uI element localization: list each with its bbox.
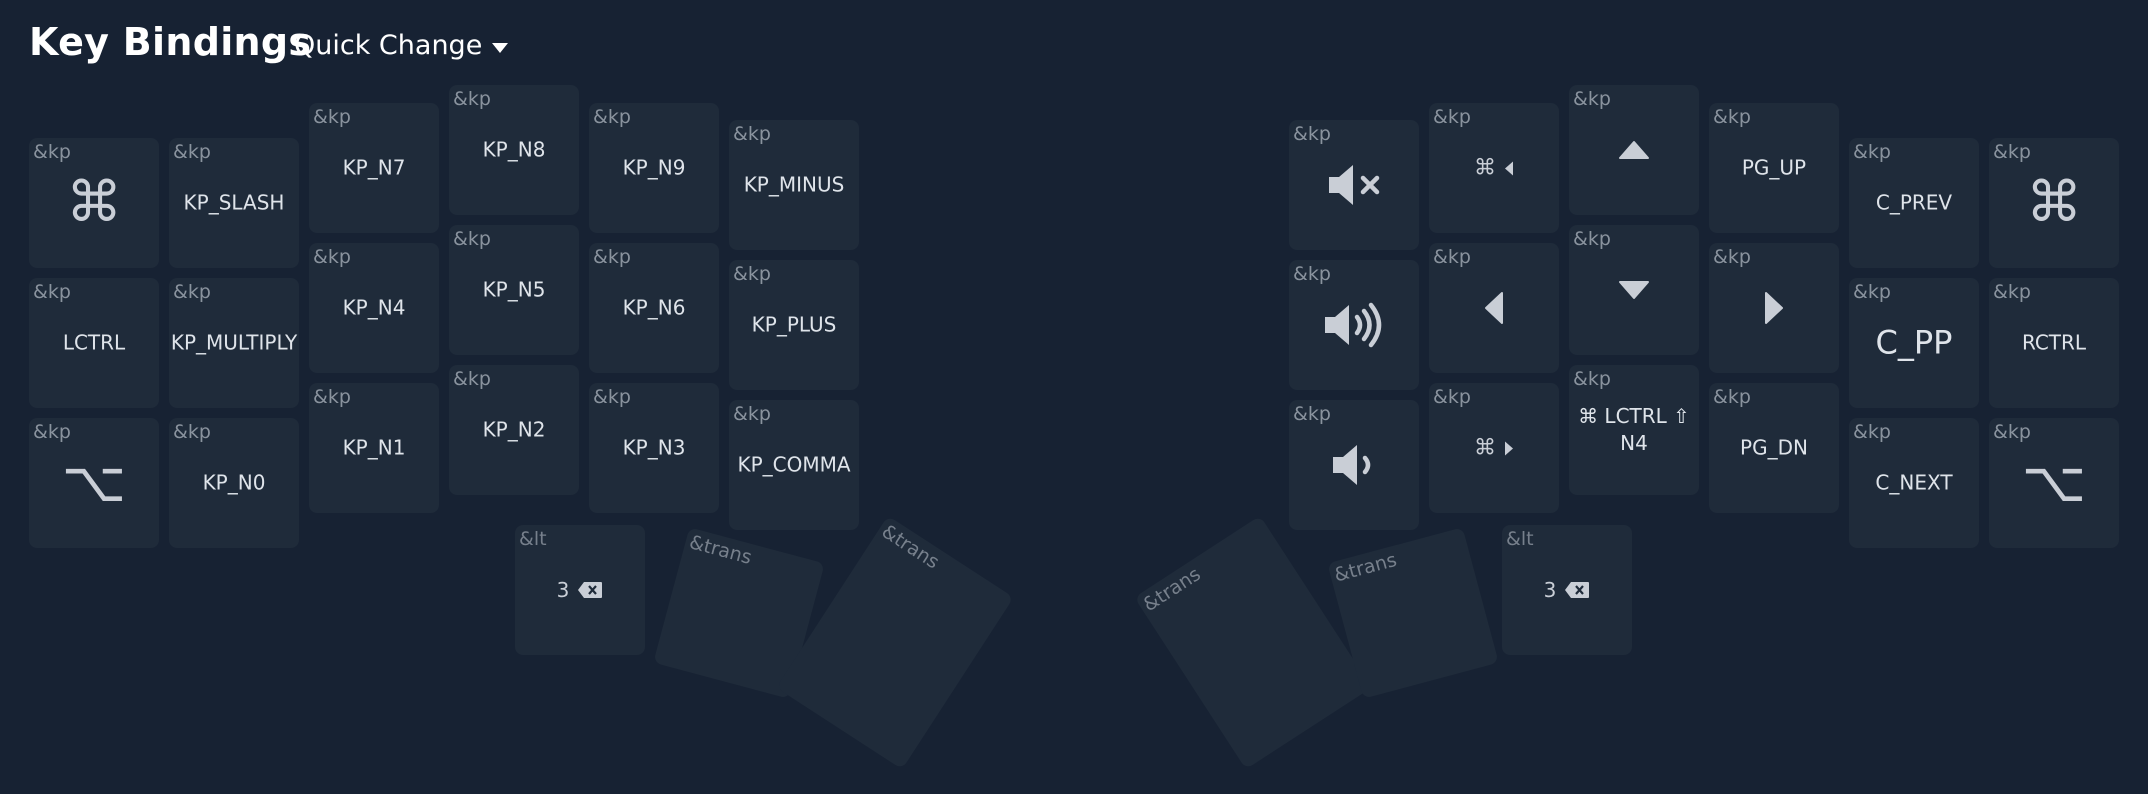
key-label: KP_N4 (342, 295, 406, 320)
key-label: C_PREV (1875, 190, 1953, 215)
key-right-r1-c4[interactable]: &kp C_PP (1849, 278, 1979, 408)
key-right-r0-c1[interactable]: &kp ⌘ (1429, 103, 1559, 233)
chevron-down-icon (492, 42, 509, 53)
key-label: LCTRL (62, 330, 126, 355)
key-right-thumb-2[interactable]: &lt 3 (1502, 525, 1632, 655)
caret-right-icon (1709, 291, 1839, 325)
key-right-r2-c2[interactable]: &kp ⌘ LCTRL ⇧ N4 (1569, 365, 1699, 495)
key-label: KP_N7 (342, 155, 406, 180)
key-right-r2-c1[interactable]: &kp ⌘ (1429, 383, 1559, 513)
command-icon: ⌘ (1474, 435, 1496, 461)
key-left-r1-c0[interactable]: &kp LCTRL (29, 278, 159, 408)
volume-up-icon (1289, 300, 1419, 350)
key-label: KP_N1 (342, 435, 406, 460)
key-label: KP_N2 (482, 417, 546, 442)
mute-icon (1289, 161, 1419, 209)
key-label: RCTRL (2021, 330, 2087, 355)
page-title: Key Bindings (29, 20, 312, 64)
key-left-r0-c4[interactable]: &kp KP_N9 (589, 103, 719, 233)
key-label: C_NEXT (1875, 470, 1953, 495)
key-right-r0-c0[interactable]: &kp (1289, 120, 1419, 250)
key-label: KP_MINUS (743, 172, 845, 197)
option-icon: ⌥ (2021, 450, 2087, 515)
key-left-thumb-0[interactable]: &lt 3 (515, 525, 645, 655)
backspace-icon (1565, 582, 1590, 598)
command-icon: ⌘ (2026, 170, 2082, 235)
key-left-r2-c5[interactable]: &kp KP_COMMA (729, 400, 859, 530)
key-left-r0-c2[interactable]: &kp KP_N7 (309, 103, 439, 233)
caret-down-icon (1569, 280, 1699, 300)
backspace-icon (578, 582, 603, 598)
key-label: KP_N9 (622, 155, 686, 180)
quick-change-label: Quick Change (294, 30, 483, 61)
key-left-r2-c1[interactable]: &kp KP_N0 (169, 418, 299, 548)
quick-change-dropdown[interactable]: Quick Change (294, 30, 509, 61)
key-right-r2-c5[interactable]: &kp ⌥ (1989, 418, 2119, 548)
key-right-r2-c3[interactable]: &kp PG_DN (1709, 383, 1839, 513)
key-label: C_PP (1875, 323, 1953, 362)
key-right-r0-c3[interactable]: &kp PG_UP (1709, 103, 1839, 233)
key-left-r1-c3[interactable]: &kp KP_N5 (449, 225, 579, 355)
key-left-r1-c2[interactable]: &kp KP_N4 (309, 243, 439, 373)
key-left-r2-c2[interactable]: &kp KP_N1 (309, 383, 439, 513)
caret-left-icon (1429, 291, 1559, 325)
key-label: KP_N0 (202, 470, 266, 495)
key-right-r0-c4[interactable]: &kp C_PREV (1849, 138, 1979, 268)
option-icon: ⌥ (61, 450, 127, 515)
key-left-r1-c5[interactable]: &kp KP_PLUS (729, 260, 859, 390)
key-label: KP_N6 (622, 295, 686, 320)
key-label: PG_UP (1741, 155, 1807, 180)
key-label: KP_MULTIPLY (170, 330, 298, 355)
caret-right-icon (1505, 441, 1513, 455)
volume-down-icon (1289, 440, 1419, 490)
key-label: KP_N5 (482, 277, 546, 302)
key-left-r1-c4[interactable]: &kp KP_N6 (589, 243, 719, 373)
key-label: KP_N3 (622, 435, 686, 460)
key-label: 3 (556, 578, 570, 602)
key-label: KP_N8 (482, 137, 546, 162)
key-left-r0-c5[interactable]: &kp KP_MINUS (729, 120, 859, 250)
key-right-r1-c5[interactable]: &kp RCTRL (1989, 278, 2119, 408)
key-label: 3 (1543, 578, 1557, 602)
key-right-r1-c3[interactable]: &kp (1709, 243, 1839, 373)
key-left-r0-c3[interactable]: &kp KP_N8 (449, 85, 579, 215)
key-label: ⌘ LCTRL ⇧ (1578, 404, 1690, 428)
key-left-r0-c1[interactable]: &kp KP_SLASH (169, 138, 299, 268)
key-label-line2: N4 (1620, 431, 1648, 455)
key-right-r0-c5[interactable]: &kp ⌘ (1989, 138, 2119, 268)
key-left-thumb-2[interactable]: &trans (776, 515, 1014, 770)
key-right-thumb-0[interactable]: &trans (1134, 515, 1372, 770)
command-icon: ⌘ (66, 170, 122, 235)
key-left-r2-c0[interactable]: &kp ⌥ (29, 418, 159, 548)
command-icon: ⌘ (1474, 155, 1496, 181)
key-left-r2-c4[interactable]: &kp KP_N3 (589, 383, 719, 513)
key-label: KP_PLUS (751, 312, 837, 337)
caret-left-icon (1505, 161, 1513, 175)
key-label: KP_SLASH (183, 190, 285, 215)
key-right-r1-c2[interactable]: &kp (1569, 225, 1699, 355)
key-left-r2-c3[interactable]: &kp KP_N2 (449, 365, 579, 495)
key-label: KP_COMMA (737, 452, 851, 477)
key-right-r1-c1[interactable]: &kp (1429, 243, 1559, 373)
key-left-r1-c1[interactable]: &kp KP_MULTIPLY (169, 278, 299, 408)
key-label: PG_DN (1740, 435, 1808, 460)
caret-up-icon (1569, 140, 1699, 160)
key-left-r0-c0[interactable]: &kp ⌘ (29, 138, 159, 268)
key-right-r2-c0[interactable]: &kp (1289, 400, 1419, 530)
key-right-r2-c4[interactable]: &kp C_NEXT (1849, 418, 1979, 548)
key-right-r1-c0[interactable]: &kp (1289, 260, 1419, 390)
key-right-r0-c2[interactable]: &kp (1569, 85, 1699, 215)
